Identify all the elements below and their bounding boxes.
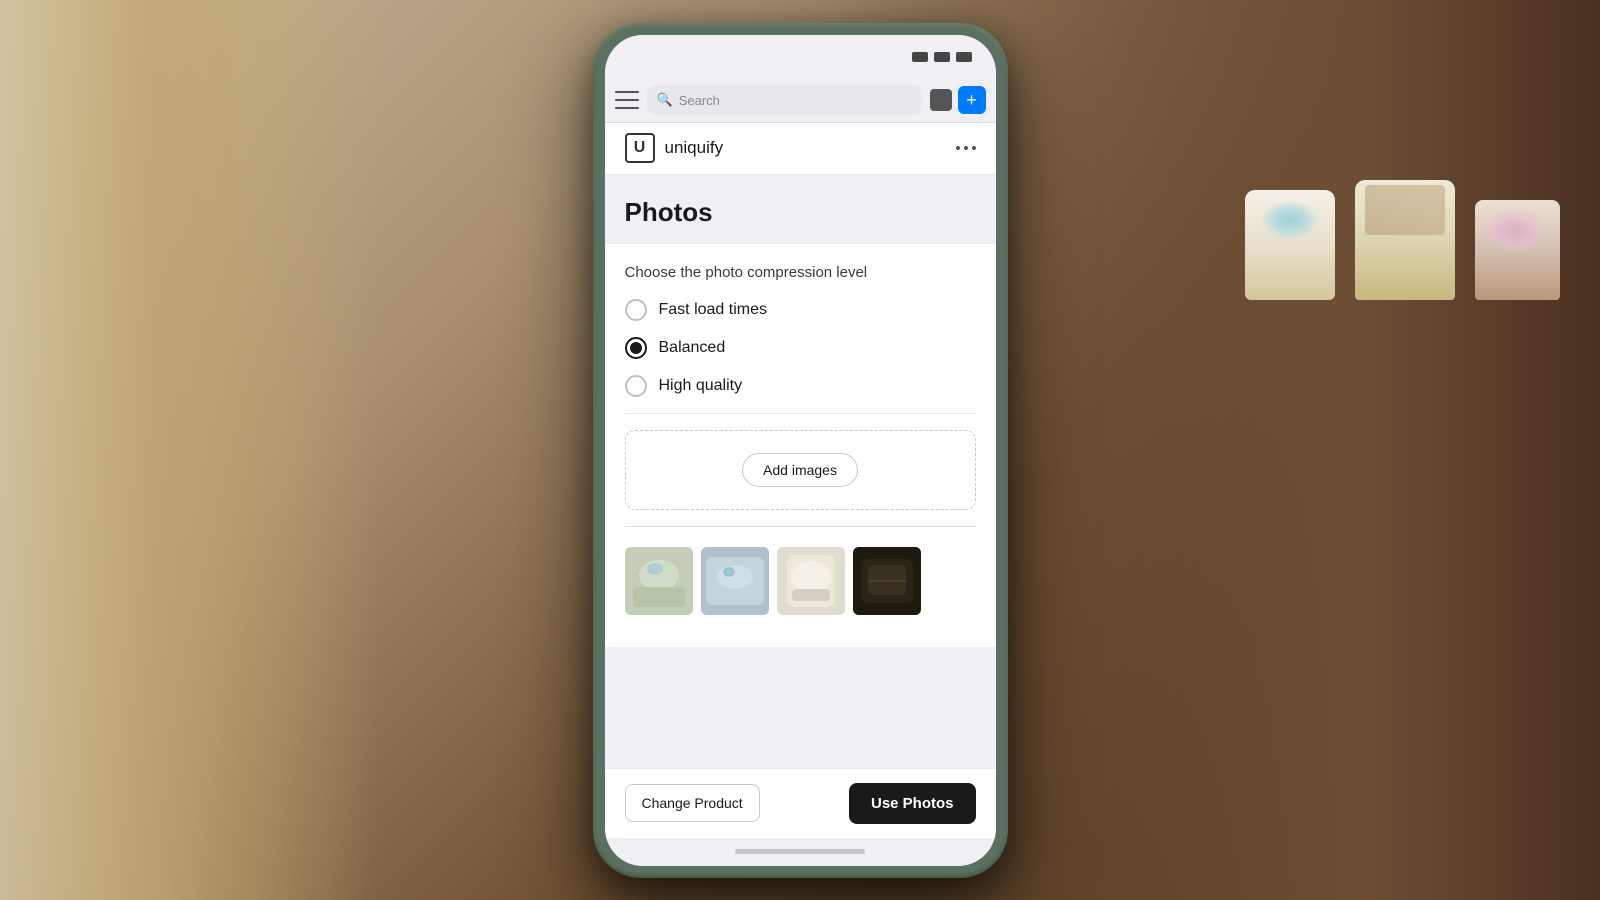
new-tab-button[interactable]: + bbox=[958, 86, 986, 114]
thumb-svg-4 bbox=[853, 547, 921, 615]
menu-line-2 bbox=[615, 99, 639, 101]
menu-line-1 bbox=[615, 91, 639, 93]
page-title: Photos bbox=[625, 197, 976, 228]
signal-icon bbox=[912, 52, 928, 62]
radio-label-fast: Fast load times bbox=[659, 301, 767, 319]
browser-actions: + bbox=[930, 86, 986, 114]
tab-icon[interactable] bbox=[930, 89, 952, 111]
radio-inner-balanced bbox=[630, 342, 642, 354]
soap-block-3 bbox=[1475, 200, 1560, 300]
thumb-shape-4 bbox=[853, 547, 921, 615]
status-bar bbox=[605, 35, 996, 79]
radio-label-balanced: Balanced bbox=[659, 339, 726, 357]
thumb-shape-3 bbox=[777, 547, 845, 615]
thumb-svg-3 bbox=[777, 547, 845, 615]
soap-block-2 bbox=[1355, 180, 1455, 300]
search-icon: 🔍 bbox=[657, 92, 673, 108]
search-placeholder: Search bbox=[679, 93, 720, 108]
radio-circle-fast[interactable] bbox=[625, 299, 647, 321]
app-logo-area: U uniquify bbox=[625, 133, 724, 163]
thumbnail-3[interactable] bbox=[777, 547, 845, 615]
radio-high-quality[interactable]: High quality bbox=[625, 375, 976, 397]
status-icons bbox=[912, 52, 972, 62]
soap-block-1 bbox=[1245, 190, 1335, 300]
change-product-button[interactable]: Change Product bbox=[625, 784, 760, 822]
battery-icon bbox=[956, 52, 972, 62]
dot-2 bbox=[964, 146, 968, 150]
thumbnail-1[interactable] bbox=[625, 547, 693, 615]
bottom-action-bar: Change Product Use Photos bbox=[605, 768, 996, 838]
thumb-svg-1 bbox=[625, 547, 693, 615]
radio-circle-balanced[interactable] bbox=[625, 337, 647, 359]
radio-label-high: High quality bbox=[659, 377, 743, 395]
radio-circle-high[interactable] bbox=[625, 375, 647, 397]
thumbnail-2[interactable] bbox=[701, 547, 769, 615]
content-section: Choose the photo compression level Fast … bbox=[605, 244, 996, 647]
thumb-shape-2 bbox=[701, 547, 769, 615]
soap-blocks-area bbox=[1245, 180, 1560, 300]
phone-inner: 🔍 Search + U bbox=[605, 35, 996, 866]
bg-left bbox=[0, 0, 380, 900]
compression-label: Choose the photo compression level bbox=[625, 264, 976, 281]
image-upload-area[interactable]: Add images bbox=[625, 430, 976, 510]
menu-line-3 bbox=[615, 107, 639, 109]
wifi-icon bbox=[934, 52, 950, 62]
use-photos-button[interactable]: Use Photos bbox=[849, 783, 976, 824]
phone-outer: 🔍 Search + U bbox=[593, 23, 1008, 878]
radio-fast-load[interactable]: Fast load times bbox=[625, 299, 976, 321]
scene: 🔍 Search + U bbox=[0, 0, 1600, 900]
home-bar bbox=[735, 849, 865, 854]
app-logo-icon: U bbox=[625, 133, 655, 163]
main-scroll-area[interactable]: Photos Choose the photo compression leve… bbox=[605, 175, 996, 768]
search-bar[interactable]: 🔍 Search bbox=[647, 85, 922, 115]
app-header: U uniquify bbox=[605, 123, 996, 175]
radio-balanced[interactable]: Balanced bbox=[625, 337, 976, 359]
dot-3 bbox=[972, 146, 976, 150]
more-menu-button[interactable] bbox=[956, 146, 976, 150]
phone-wrapper: 🔍 Search + U bbox=[593, 23, 1008, 878]
menu-icon[interactable] bbox=[615, 91, 639, 109]
dot-1 bbox=[956, 146, 960, 150]
home-indicator bbox=[605, 838, 996, 866]
divider-1 bbox=[625, 413, 976, 414]
thumb-svg-2 bbox=[701, 547, 769, 615]
thumbnail-4[interactable] bbox=[853, 547, 921, 615]
page-title-section: Photos bbox=[605, 175, 996, 244]
thumb-shape-1 bbox=[625, 547, 693, 615]
app-content: U uniquify P bbox=[605, 123, 996, 866]
add-images-button[interactable]: Add images bbox=[742, 453, 858, 487]
browser-bar: 🔍 Search + bbox=[605, 79, 996, 123]
divider-2 bbox=[625, 526, 976, 527]
thumbnails-row bbox=[625, 543, 976, 627]
app-name: uniquify bbox=[665, 138, 724, 158]
